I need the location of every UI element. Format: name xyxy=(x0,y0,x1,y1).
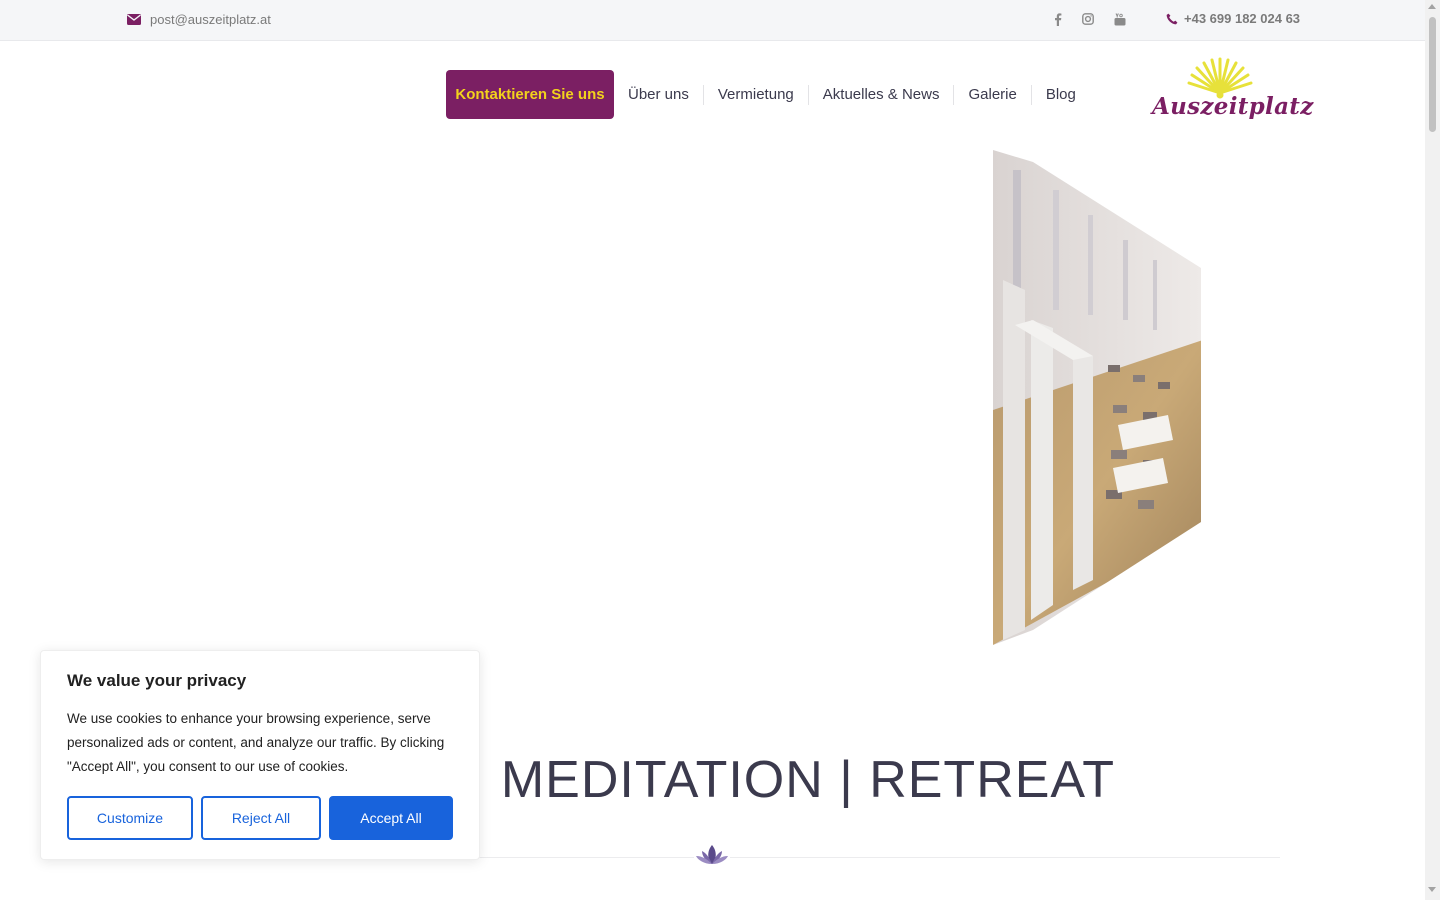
cookie-text: We use cookies to enhance your browsing … xyxy=(67,711,445,774)
accept-all-button[interactable]: Accept All xyxy=(329,796,453,840)
site-logo[interactable]: Auszeitplatz xyxy=(1150,55,1313,129)
reject-all-button[interactable]: Reject All xyxy=(201,796,321,840)
nav-item-blog[interactable]: Blog xyxy=(1032,85,1090,105)
hero-room-image xyxy=(993,150,1201,645)
phone-link[interactable]: +43 699 182 024 63 xyxy=(1166,11,1300,26)
logo-text: Auszeitplatz xyxy=(1152,93,1314,120)
phone-icon xyxy=(1166,13,1178,24)
facebook-icon[interactable] xyxy=(1051,12,1065,26)
page-scrollbar[interactable] xyxy=(1425,0,1440,900)
email-link[interactable]: post@auszeitplatz.at xyxy=(127,12,271,27)
contact-button[interactable]: Kontaktieren Sie uns xyxy=(446,70,614,119)
instagram-icon[interactable] xyxy=(1081,12,1095,26)
customize-button[interactable]: Customize xyxy=(67,796,193,840)
hero-heading: I | MEDITATION | RETREAT xyxy=(440,751,1116,809)
envelope-icon xyxy=(127,14,141,25)
scroll-down-arrow-icon[interactable] xyxy=(1428,887,1436,892)
youtube-icon[interactable] xyxy=(1113,12,1127,26)
lotus-icon xyxy=(694,841,730,867)
top-bar: post@auszeitplatz.at +43 699 182 024 63 xyxy=(0,0,1425,41)
nav-item-ueber-uns[interactable]: Über uns xyxy=(614,85,704,105)
cookie-title: We value your privacy xyxy=(67,671,247,690)
email-text: post@auszeitplatz.at xyxy=(150,12,271,27)
divider xyxy=(440,857,1280,858)
nav-item-galerie[interactable]: Galerie xyxy=(954,85,1032,105)
scrollbar-thumb[interactable] xyxy=(1429,17,1436,132)
cookie-consent-banner: We value your privacy We use cookies to … xyxy=(40,650,480,860)
scroll-up-arrow-icon[interactable] xyxy=(1428,4,1436,9)
phone-text: +43 699 182 024 63 xyxy=(1184,11,1301,26)
nav-item-vermietung[interactable]: Vermietung xyxy=(704,85,809,105)
main-nav: Über uns Vermietung Aktuelles & News Gal… xyxy=(614,84,1090,106)
nav-item-aktuelles-news[interactable]: Aktuelles & News xyxy=(809,85,955,105)
